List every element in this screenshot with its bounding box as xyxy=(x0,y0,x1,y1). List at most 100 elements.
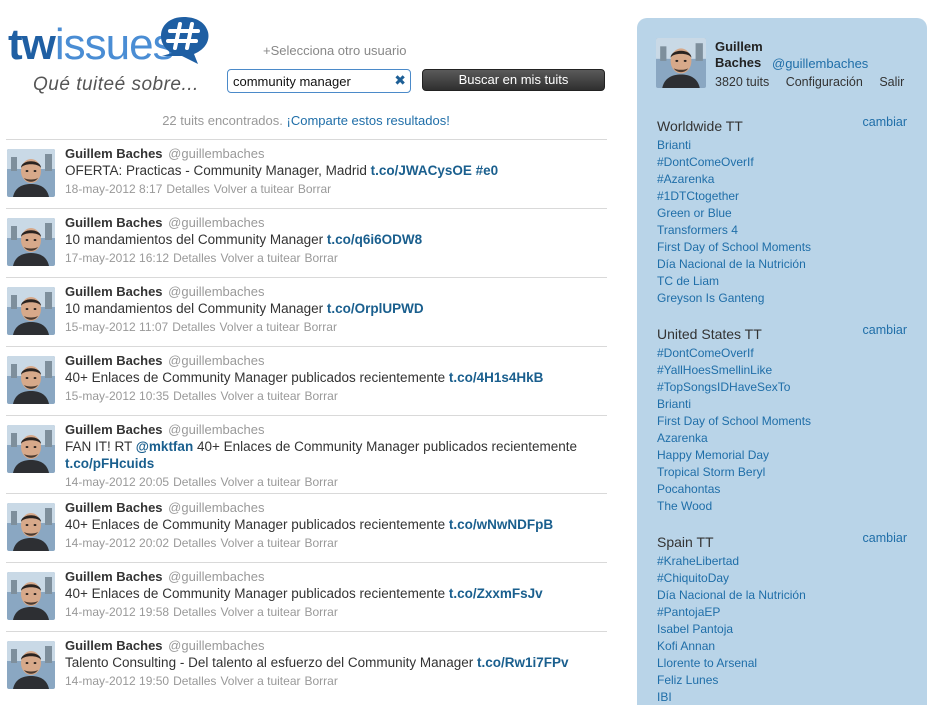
tweet-author-name[interactable]: Guillem Baches xyxy=(65,500,163,515)
trend-item[interactable]: Greyson Is Ganteng xyxy=(657,290,909,307)
delete-link[interactable]: Borrar xyxy=(304,475,337,489)
trend-item[interactable]: TC de Liam xyxy=(657,273,909,290)
details-link[interactable]: Detalles xyxy=(173,475,216,489)
tweet-author-handle[interactable]: @guillembaches xyxy=(168,215,264,230)
delete-link[interactable]: Borrar xyxy=(298,182,331,196)
details-link[interactable]: Detalles xyxy=(173,389,216,403)
trend-item[interactable]: Azarenka xyxy=(657,430,909,447)
logout-link[interactable]: Salir xyxy=(879,75,904,89)
tweet-author-handle[interactable]: @guillembaches xyxy=(168,422,264,437)
share-results-link[interactable]: ¡Comparte estos resultados! xyxy=(287,113,450,128)
details-link[interactable]: Detalles xyxy=(173,251,216,265)
avatar[interactable] xyxy=(7,287,55,335)
tweet-author-name[interactable]: Guillem Baches xyxy=(65,638,163,653)
tweet-link[interactable]: t.co/wNwNDFpB xyxy=(449,517,553,532)
avatar[interactable] xyxy=(7,425,55,473)
trend-item[interactable]: #ChiquitoDay xyxy=(657,570,909,587)
details-link[interactable]: Detalles xyxy=(166,182,209,196)
avatar[interactable] xyxy=(7,572,55,620)
trend-item[interactable]: Transformers 4 xyxy=(657,222,909,239)
tweet-author-name[interactable]: Guillem Baches xyxy=(65,146,163,161)
retweet-link[interactable]: Volver a tuitear xyxy=(214,182,294,196)
tweet-date[interactable]: 17-may-2012 16:12 xyxy=(65,251,169,265)
details-link[interactable]: Detalles xyxy=(173,674,216,688)
trend-item[interactable]: The Wood xyxy=(657,498,909,515)
retweet-link[interactable]: Volver a tuitear xyxy=(220,389,300,403)
trend-item[interactable]: Isabel Pantoja xyxy=(657,621,909,638)
tweet-author-name[interactable]: Guillem Baches xyxy=(65,569,163,584)
tweet-link[interactable]: t.co/Rw1i7FPv xyxy=(477,655,569,670)
retweet-link[interactable]: Volver a tuitear xyxy=(220,536,300,550)
tweet-date[interactable]: 14-may-2012 19:50 xyxy=(65,674,169,688)
trend-item[interactable]: First Day of School Moments xyxy=(657,239,909,256)
retweet-link[interactable]: Volver a tuitear xyxy=(220,251,300,265)
tweet-author-handle[interactable]: @guillembaches xyxy=(168,638,264,653)
tweet-author-handle[interactable]: @guillembaches xyxy=(168,353,264,368)
trend-item[interactable]: #YallHoesSmellinLike xyxy=(657,362,909,379)
avatar[interactable] xyxy=(7,641,55,689)
delete-link[interactable]: Borrar xyxy=(304,605,337,619)
trend-item[interactable]: Pocahontas xyxy=(657,481,909,498)
tweet-author-name[interactable]: Guillem Baches xyxy=(65,353,163,368)
tweet-link[interactable]: t.co/OrplUPWD xyxy=(327,301,424,316)
avatar[interactable] xyxy=(7,149,55,197)
delete-link[interactable]: Borrar xyxy=(304,320,337,334)
tweet-date[interactable]: 14-may-2012 20:05 xyxy=(65,475,169,489)
trend-item[interactable]: #TopSongsIDHaveSexTo xyxy=(657,379,909,396)
trend-item[interactable]: #Azarenka xyxy=(657,171,909,188)
tweet-link[interactable]: t.co/q6i6ODW8 xyxy=(327,232,422,247)
change-trends-link[interactable]: cambiar xyxy=(863,323,907,337)
tweet-date[interactable]: 14-may-2012 20:02 xyxy=(65,536,169,550)
trend-item[interactable]: Brianti xyxy=(657,137,909,154)
tweet-author-handle[interactable]: @guillembaches xyxy=(168,146,264,161)
delete-link[interactable]: Borrar xyxy=(304,389,337,403)
trend-item[interactable]: First Day of School Moments xyxy=(657,413,909,430)
tweet-date[interactable]: 14-may-2012 19:58 xyxy=(65,605,169,619)
trend-item[interactable]: Llorente to Arsenal xyxy=(657,655,909,672)
tweet-date[interactable]: 18-may-2012 8:17 xyxy=(65,182,162,196)
trend-item[interactable]: #DontComeOverIf xyxy=(657,154,909,171)
tweet-mention-link[interactable]: @mktfan xyxy=(136,439,193,454)
search-button[interactable]: Buscar en mis tuits xyxy=(422,69,605,91)
trend-item[interactable]: Kofi Annan xyxy=(657,638,909,655)
trend-item[interactable]: Brianti xyxy=(657,396,909,413)
tweet-author-name[interactable]: Guillem Baches xyxy=(65,422,163,437)
tweet-date[interactable]: 15-may-2012 10:35 xyxy=(65,389,169,403)
trend-item[interactable]: Tropical Storm Beryl xyxy=(657,464,909,481)
tweet-author-handle[interactable]: @guillembaches xyxy=(168,569,264,584)
trend-item[interactable]: Feliz Lunes xyxy=(657,672,909,689)
trend-item[interactable]: Green or Blue xyxy=(657,205,909,222)
avatar[interactable] xyxy=(7,218,55,266)
details-link[interactable]: Detalles xyxy=(173,536,216,550)
avatar[interactable] xyxy=(7,503,55,551)
trend-item[interactable]: #1DTCtogether xyxy=(657,188,909,205)
delete-link[interactable]: Borrar xyxy=(304,674,337,688)
details-link[interactable]: Detalles xyxy=(172,320,215,334)
profile-handle-link[interactable]: @guillembaches xyxy=(772,56,868,71)
trend-item[interactable]: IBI xyxy=(657,689,909,705)
trend-item[interactable]: #KraheLibertad xyxy=(657,553,909,570)
tweet-author-handle[interactable]: @guillembaches xyxy=(168,500,264,515)
profile-avatar[interactable] xyxy=(656,38,706,88)
trend-item[interactable]: Día Nacional de la Nutrición xyxy=(657,587,909,604)
tweet-date[interactable]: 15-may-2012 11:07 xyxy=(65,320,168,334)
change-trends-link[interactable]: cambiar xyxy=(863,531,907,545)
tweet-author-name[interactable]: Guillem Baches xyxy=(65,215,163,230)
retweet-link[interactable]: Volver a tuitear xyxy=(220,605,300,619)
retweet-link[interactable]: Volver a tuitear xyxy=(220,320,300,334)
retweet-link[interactable]: Volver a tuitear xyxy=(220,674,300,688)
tweet-link[interactable]: t.co/ZxxmFsJv xyxy=(449,586,543,601)
trend-item[interactable]: #DontComeOverIf xyxy=(657,345,909,362)
settings-link[interactable]: Configuración xyxy=(786,75,863,89)
tweet-author-handle[interactable]: @guillembaches xyxy=(168,284,264,299)
select-other-user-link[interactable]: +Selecciona otro usuario xyxy=(263,43,406,58)
trend-item[interactable]: Día Nacional de la Nutrición xyxy=(657,256,909,273)
trend-item[interactable]: #PantojaEP xyxy=(657,604,909,621)
retweet-link[interactable]: Volver a tuitear xyxy=(220,475,300,489)
twissues-logo[interactable]: twissues Qué tuiteé sobre... xyxy=(8,14,223,100)
tweet-link[interactable]: t.co/4H1s4HkB xyxy=(449,370,544,385)
change-trends-link[interactable]: cambiar xyxy=(863,115,907,129)
tweet-link[interactable]: t.co/JWACysOE #e0 xyxy=(371,163,499,178)
tweet-link[interactable]: t.co/pFHcuids xyxy=(65,456,154,471)
delete-link[interactable]: Borrar xyxy=(304,536,337,550)
